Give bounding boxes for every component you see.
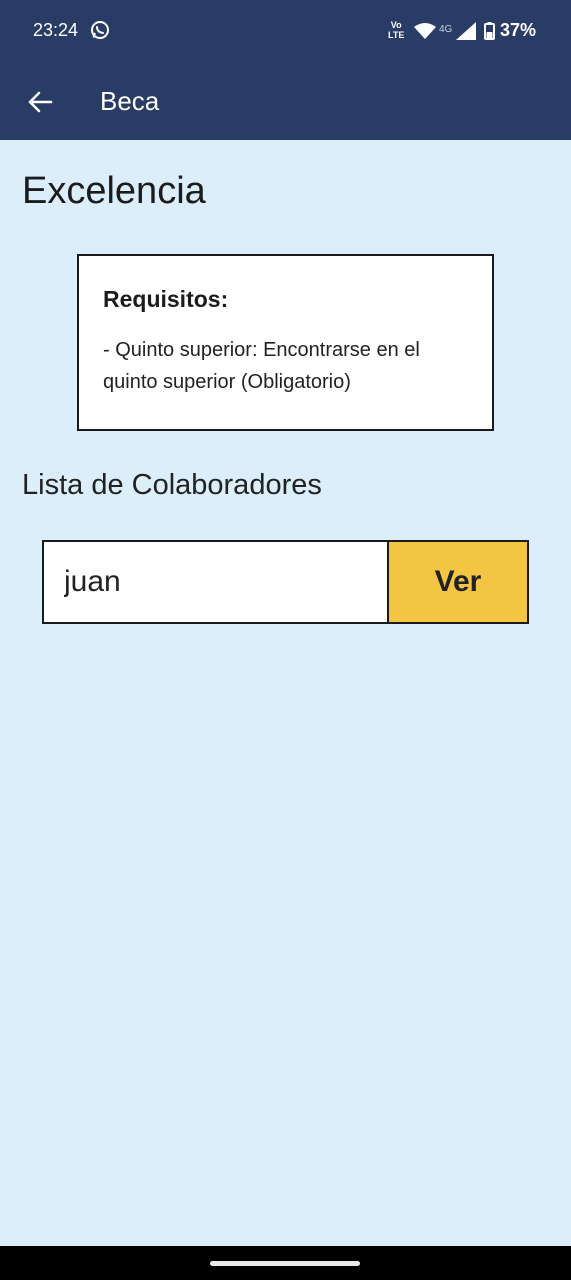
status-bar: 23:24 Vo LTE 4G 37% [0,0,571,64]
wifi-icon [414,23,436,39]
back-button[interactable] [18,80,62,124]
volte-indicator: Vo LTE [388,20,405,40]
signal-icon [456,22,476,40]
requirements-text: - Quinto superior: Encontrarse en el qui… [103,339,420,393]
collaborator-search-field[interactable] [42,540,388,624]
battery-icon [484,22,495,40]
app-bar: Beca [0,64,571,140]
collaborators-label: Lista de Colaboradores [22,469,322,501]
navigation-bar [0,1246,571,1280]
whatsapp-icon [91,21,109,39]
requirements-title: Requisitos: [103,286,229,312]
network-type: 4G [439,24,453,35]
ver-button[interactable]: Ver [387,540,529,624]
status-time: 23:24 [33,20,79,40]
requirements-card: Requisitos: - Quinto superior: Encontrar… [77,254,494,431]
home-handle[interactable] [210,1261,360,1266]
battery-percent: 37% [500,20,537,40]
app-title: Beca [100,86,160,116]
collaborator-search-input[interactable] [44,542,388,622]
page-title: Excelencia [22,170,206,212]
arrow-left-icon [28,91,53,113]
